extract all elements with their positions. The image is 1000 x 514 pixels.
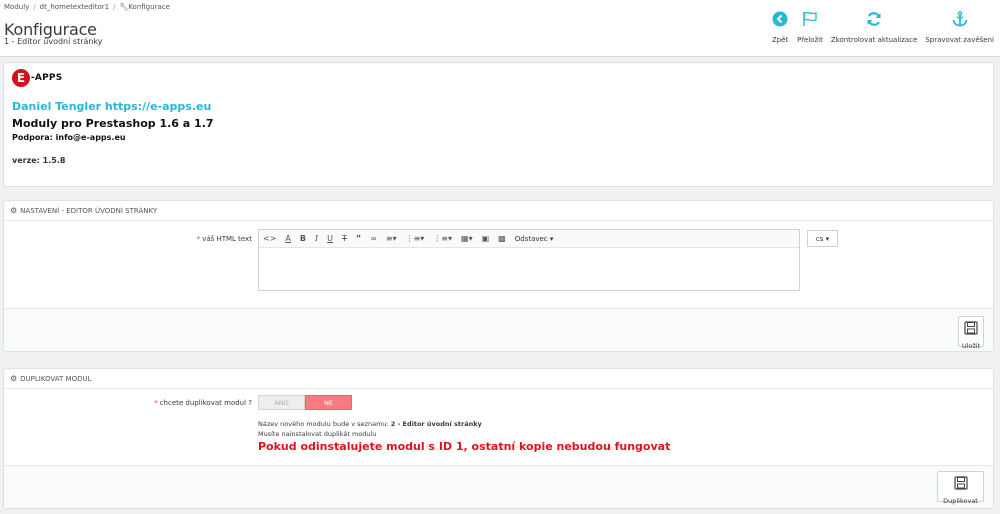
translate-label: Přeložit <box>797 36 823 44</box>
cogs-icon: ⚙︎ <box>10 374 18 383</box>
caret-down-icon: ▾ <box>825 234 830 243</box>
link-icon[interactable]: ∞ <box>370 234 377 243</box>
new-module-name: 2 - Editor úvodní stránky <box>390 420 482 428</box>
flag-icon <box>801 10 819 28</box>
toggle-yes[interactable]: ANO <box>258 395 305 410</box>
table-icon[interactable]: ▦▾ <box>461 234 473 243</box>
wrench-icon: 🔧︎ <box>119 3 129 11</box>
page-header: Moduly / dt_hometexteditor1/🔧︎Konfigurace … <box>0 0 1000 57</box>
breadcrumb-current: Konfigurace <box>128 3 170 11</box>
info-panel: E -APPS Daniel Tengler https://e-apps.eu… <box>3 62 994 187</box>
manage-hooks-label: Spravovat zavěšení <box>925 36 994 44</box>
media-icon[interactable]: ▩ <box>498 234 506 243</box>
manage-hooks-button[interactable]: Spravovat zavěšení <box>921 10 998 44</box>
author-link[interactable]: Daniel Tengler https://e-apps.eu <box>12 100 211 113</box>
duplicate-question-label: * chcete duplikovat modul ? <box>154 399 252 407</box>
editor-content-area[interactable] <box>259 248 799 291</box>
blockquote-icon[interactable]: ” <box>356 234 361 243</box>
check-updates-label: Zkontrolovat aktualizace <box>830 36 918 44</box>
back-label: Zpět <box>771 36 789 44</box>
italic-icon[interactable]: I <box>315 234 318 243</box>
toolbar: Zpět Přeložit Zkontrolovat aktualizace S… <box>767 10 998 44</box>
duplicate-button[interactable]: Duplikovat <box>937 471 984 505</box>
duplicate-panel-heading: ⚙︎ DUPLIKOVAT MODUL <box>4 369 993 389</box>
breadcrumb-modules[interactable]: Moduly <box>4 3 29 11</box>
version-text: verze: 1.5.8 <box>12 156 66 165</box>
save-button[interactable]: Uložit <box>958 316 984 350</box>
html-editor[interactable]: <> A B I U T ” ∞ ≡▾ ⋮≡▾ ⋮≡▾ ▦▾ ▣ ▩ Odsta… <box>258 229 800 291</box>
underline-icon[interactable]: U <box>327 234 333 243</box>
logo-letter: E <box>12 69 30 87</box>
numbered-list-icon[interactable]: ⋮≡▾ <box>433 234 452 243</box>
page-subtitle: 1 - Editor úvodní stránky <box>4 37 103 46</box>
floppy-disk-icon <box>964 320 978 339</box>
refresh-icon <box>865 10 883 28</box>
html-text-label: * váš HTML text <box>196 235 252 243</box>
source-code-icon[interactable]: <> <box>263 234 276 243</box>
new-module-name-note: Název nového modulu bude v seznamu: 2 - … <box>258 420 482 428</box>
logo-text: -APPS <box>31 73 63 83</box>
cogs-icon: ⚙︎ <box>10 206 18 215</box>
check-updates-button[interactable]: Zkontrolovat aktualizace <box>827 10 922 44</box>
duplicate-panel-footer: Duplikovat <box>4 465 993 508</box>
required-marker: * <box>196 235 201 243</box>
duplicate-label: Duplikovat <box>943 497 978 505</box>
support-text: Podpora: info@e-apps.eu <box>12 133 126 142</box>
settings-heading-text: NASTAVENÍ - EDITOR ÚVODNÍ STRÁNKY <box>20 206 158 215</box>
settings-panel-heading: ⚙︎ NASTAVENÍ - EDITOR ÚVODNÍ STRÁNKY <box>4 201 993 221</box>
align-icon[interactable]: ≡▾ <box>386 234 397 243</box>
duplicate-panel: ⚙︎ DUPLIKOVAT MODUL * chcete duplikovat m… <box>3 368 994 509</box>
bullet-list-icon[interactable]: ⋮≡▾ <box>406 234 425 243</box>
install-duplicate-note: Musíte nainstalovat duplikát modulu <box>258 430 377 438</box>
eapps-logo: E -APPS <box>12 69 62 87</box>
editor-toolbar: <> A B I U T ” ∞ ≡▾ ⋮≡▾ ⋮≡▾ ▦▾ ▣ ▩ Odsta… <box>259 230 799 248</box>
duplicate-heading-text: DUPLIKOVAT MODUL <box>20 374 92 383</box>
translate-button[interactable]: Přeložit <box>793 10 827 44</box>
bold-icon[interactable]: B <box>300 234 306 243</box>
toggle-no[interactable]: NE <box>305 395 352 410</box>
save-label: Uložit <box>961 342 981 350</box>
settings-panel: ⚙︎ NASTAVENÍ - EDITOR ÚVODNÍ STRÁNKY * vá… <box>3 200 994 352</box>
duplicate-toggle[interactable]: ANO NE <box>258 395 352 410</box>
back-button[interactable]: Zpět <box>767 10 793 44</box>
format-select[interactable]: Odstavec ▾ <box>515 235 554 243</box>
anchor-icon <box>951 10 969 28</box>
breadcrumb: Moduly / dt_hometexteditor1/🔧︎Konfigurace <box>4 3 170 11</box>
breadcrumb-module[interactable]: dt_hometexteditor1 <box>40 3 109 11</box>
floppy-disk-icon <box>953 475 968 494</box>
text-color-icon[interactable]: A <box>285 234 290 243</box>
modules-heading: Moduly pro Prestashop 1.6 a 1.7 <box>12 117 214 130</box>
image-icon[interactable]: ▣ <box>482 234 490 243</box>
settings-panel-footer: Uložit <box>4 308 993 351</box>
required-marker: * <box>154 399 158 407</box>
strikethrough-icon[interactable]: T <box>342 234 347 243</box>
uninstall-warning: Pokud odinstalujete modul s ID 1, ostatn… <box>258 440 671 453</box>
language-dropdown[interactable]: cs ▾ <box>807 230 838 247</box>
arrow-left-circle-icon <box>771 10 789 28</box>
